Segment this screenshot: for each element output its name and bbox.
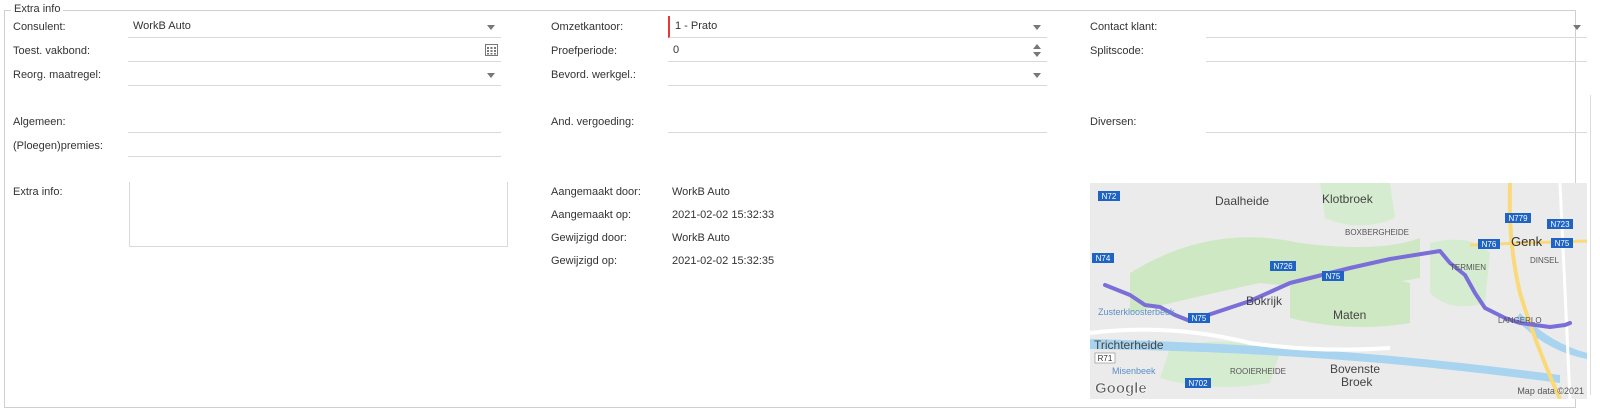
algemeen-field[interactable] (128, 111, 501, 133)
place-label: Daalheide (1215, 194, 1269, 208)
omzetkantoor-select[interactable]: 1 - Prato (668, 16, 1047, 38)
place-label: Bokrijk (1246, 294, 1283, 308)
road-shield: N74 (1092, 253, 1114, 263)
road-shield: N75 (1551, 238, 1573, 248)
omzetkantoor-value: 1 - Prato (675, 20, 718, 32)
place-label: Bovenste (1330, 362, 1380, 376)
place-label: BOXBERGHEIDE (1345, 228, 1409, 237)
road-shield: N75 (1322, 271, 1344, 281)
reorg-maatregel-label: Reorg. maatregel: (13, 69, 102, 81)
chevron-down-icon[interactable] (1573, 25, 1581, 30)
ploegenpremies-label: (Ploegen)premies: (13, 140, 103, 152)
contact-klant-select[interactable] (1206, 16, 1587, 38)
svg-text:N779: N779 (1508, 214, 1528, 223)
splitscode-field[interactable] (1206, 40, 1587, 62)
calendar-icon[interactable] (485, 44, 498, 56)
place-label: LANGERLO (1498, 316, 1542, 325)
aangemaakt-op-label: Aangemaakt op: (551, 209, 632, 221)
diversen-label: Diversen: (1090, 116, 1137, 128)
chevron-down-icon[interactable] (1033, 73, 1041, 78)
svg-text:N75: N75 (1326, 272, 1341, 281)
place-label: Genk (1511, 234, 1543, 249)
aangemaakt-op-value: 2021-02-02 15:32:33 (672, 209, 775, 221)
place-label: Zusterkloosterbeek (1098, 307, 1175, 317)
splitscode-label: Splitscode: (1090, 45, 1144, 57)
place-label: Trichterheide (1094, 338, 1164, 352)
place-label: Klotbroek (1322, 192, 1374, 206)
omzetkantoor-label: Omzetkantoor: (551, 21, 624, 33)
toest-vakbond-date[interactable] (128, 40, 501, 62)
road-shield: N702 (1185, 378, 1211, 388)
diversen-field[interactable] (1206, 111, 1587, 133)
toest-vakbond-label: Toest. vakbond: (13, 45, 91, 57)
bevord-werkgel-select[interactable] (668, 64, 1047, 86)
place-label: Misenbeek (1112, 366, 1156, 376)
gewijzigd-door-label: Gewijzigd door: (551, 232, 627, 244)
contact-klant-label: Contact klant: (1090, 21, 1158, 33)
road-shield: N75 (1188, 313, 1210, 323)
chevron-down-icon[interactable] (487, 73, 495, 78)
road-shield: N779 (1505, 213, 1531, 223)
bevord-werkgel-label: Bevord. werkgel.: (551, 69, 636, 81)
svg-text:N726: N726 (1273, 262, 1293, 271)
svg-text:N75: N75 (1555, 239, 1570, 248)
road-shield: N723 (1547, 219, 1573, 229)
proefperiode-value: 0 (673, 44, 680, 56)
consulent-label: Consulent: (13, 21, 66, 33)
place-label: Maten (1333, 308, 1366, 322)
ploegenpremies-field[interactable] (128, 135, 501, 157)
svg-text:N75: N75 (1192, 314, 1207, 323)
road-shield: R71 (1094, 352, 1116, 364)
chevron-down-icon[interactable] (487, 25, 495, 30)
proefperiode-stepper[interactable]: 0 (668, 40, 1047, 62)
proefperiode-label: Proefperiode: (551, 45, 618, 57)
road-shield: N72 (1098, 191, 1120, 201)
svg-text:N72: N72 (1102, 192, 1117, 201)
place-label: ROOIERHEIDE (1230, 367, 1286, 376)
road-shield: N726 (1270, 261, 1296, 271)
svg-text:N723: N723 (1550, 220, 1570, 229)
google-logo: Google (1095, 380, 1147, 397)
gewijzigd-door-value: WorkB Auto (672, 232, 730, 244)
consulent-select[interactable]: WorkB Auto (128, 16, 501, 38)
place-label: Broek (1341, 375, 1373, 389)
fieldset-legend: Extra info (11, 3, 64, 15)
reorg-maatregel-select[interactable] (128, 64, 501, 86)
gewijzigd-op-label: Gewijzigd op: (551, 255, 618, 267)
svg-text:N74: N74 (1096, 254, 1111, 263)
algemeen-label: Algemeen: (13, 116, 66, 128)
svg-text:R71: R71 (1098, 354, 1113, 363)
route-map[interactable]: N72 N74 N726 N75 N75 N76 N779 N723 N75 R… (1090, 183, 1587, 399)
extra-info-label: Extra info: (13, 186, 63, 198)
consulent-value: WorkB Auto (133, 20, 191, 32)
and-vergoeding-label: And. vergoeding: (551, 116, 635, 128)
place-label: TERMIEN (1450, 263, 1486, 272)
aangemaakt-door-label: Aangemaakt door: (551, 186, 641, 198)
gewijzigd-op-value: 2021-02-02 15:32:35 (672, 255, 775, 267)
svg-text:N702: N702 (1188, 379, 1208, 388)
aangemaakt-door-value: WorkB Auto (672, 186, 730, 198)
place-label: DINSEL (1530, 256, 1559, 265)
road-shield: N76 (1478, 239, 1500, 249)
spinner-icon[interactable] (1033, 43, 1042, 58)
map-attribution: Map data ©2021 (1517, 386, 1584, 396)
svg-text:N76: N76 (1482, 240, 1497, 249)
and-vergoeding-field[interactable] (668, 111, 1047, 133)
scrollbar[interactable] (1590, 95, 1598, 395)
chevron-down-icon[interactable] (1033, 25, 1041, 30)
extra-info-textarea[interactable] (129, 182, 508, 247)
